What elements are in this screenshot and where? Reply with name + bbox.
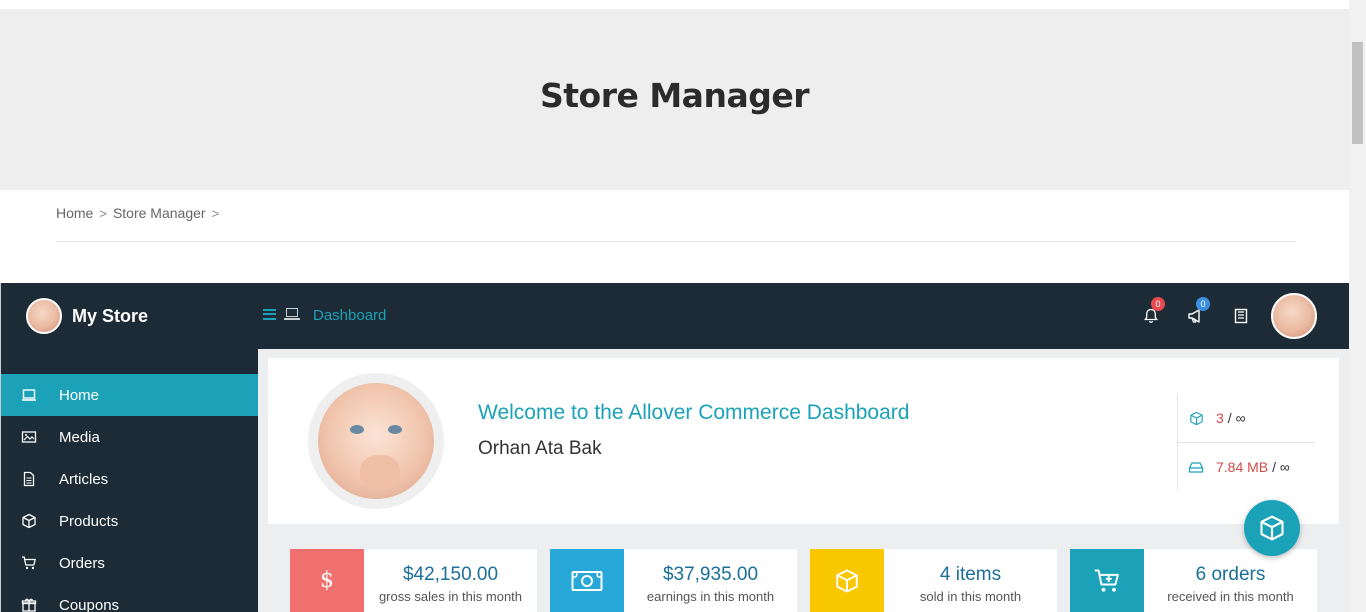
- breadcrumb-home-link[interactable]: Home: [56, 205, 93, 221]
- stat-gross-sales[interactable]: $ $42,150.00 gross sales in this month: [290, 549, 537, 612]
- store-brand[interactable]: My Store: [1, 283, 258, 349]
- scrollbar[interactable]: [1349, 0, 1366, 612]
- store-name: My Store: [72, 305, 149, 326]
- cube-icon: [810, 549, 884, 612]
- product-limit-value: 3: [1216, 410, 1224, 426]
- cube-icon: [1260, 515, 1284, 541]
- sidebar-item-label: Orders: [59, 554, 105, 572]
- user-name: Orhan Ata Bak: [478, 438, 602, 459]
- chevron-right-icon: >: [211, 205, 220, 221]
- user-avatar[interactable]: [1271, 293, 1317, 339]
- space-limit-value: 7.84 MB: [1216, 458, 1269, 475]
- sidebar-item-label: Media: [59, 428, 100, 446]
- cube-icon: [1188, 410, 1204, 426]
- space-limit-max: / ∞: [1272, 458, 1290, 475]
- top-strip: [0, 0, 1349, 9]
- profile-avatar: [308, 373, 444, 509]
- store-avatar: [26, 298, 62, 334]
- welcome-title: Welcome to the Allover Commerce Dashboar…: [478, 401, 910, 424]
- stat-value: $37,935.00: [662, 564, 759, 585]
- book-icon: [1234, 308, 1247, 324]
- welcome-card: Welcome to the Allover Commerce Dashboar…: [268, 358, 1339, 524]
- sidebar-item-label: Home: [59, 386, 100, 404]
- laptop-icon: [284, 308, 300, 320]
- laptop-icon: [19, 385, 39, 405]
- sidebar-item-label: Products: [59, 512, 119, 530]
- cube-icon: [19, 511, 39, 531]
- page: Store Manager Home > Store Manager > My …: [0, 0, 1366, 612]
- sidebar-item-home[interactable]: Home: [1, 374, 258, 416]
- breadcrumb-divider: [56, 241, 1296, 242]
- page-title: Store Manager: [539, 76, 810, 115]
- scrollbar-thumb[interactable]: [1352, 42, 1363, 144]
- sidebar-item-products[interactable]: Products: [1, 500, 258, 542]
- product-limit-max: / ∞: [1227, 410, 1246, 426]
- stat-value: $42,150.00: [402, 564, 499, 585]
- dollar-icon: $: [290, 549, 364, 612]
- menu-icon: [263, 308, 276, 320]
- dashboard: My Store Dashboard 0 0 Home Media Articl…: [0, 283, 1350, 612]
- stat-label: earnings in this month: [646, 589, 775, 604]
- dashboard-topbar: My Store Dashboard 0 0: [1, 283, 1350, 349]
- hard-drive-icon: [1188, 459, 1204, 475]
- page-header: Store Manager: [0, 9, 1349, 190]
- topbar-actions: 0 0: [1128, 283, 1350, 349]
- notifications-badge: 0: [1151, 297, 1165, 311]
- announcements-button[interactable]: 0: [1173, 283, 1218, 349]
- sidebar-item-coupons[interactable]: Coupons: [1, 584, 258, 612]
- stat-value: 4 items: [939, 564, 1002, 585]
- gift-icon: [19, 595, 39, 612]
- sidebar-item-label: Articles: [59, 470, 109, 488]
- knowledgebase-button[interactable]: [1218, 283, 1263, 349]
- notifications-button[interactable]: 0: [1128, 283, 1173, 349]
- sidebar-item-media[interactable]: Media: [1, 416, 258, 458]
- dashboard-link[interactable]: Dashboard: [313, 307, 386, 324]
- image-icon: [19, 427, 39, 447]
- money-icon: [550, 549, 624, 612]
- stat-label: received in this month: [1167, 589, 1294, 604]
- cart-plus-icon: [1070, 549, 1144, 612]
- space-limit: 7.84 MB / ∞: [1177, 442, 1315, 490]
- stat-label: gross sales in this month: [378, 589, 523, 604]
- limits-panel: 3 / ∞ 7.84 MB / ∞: [1177, 394, 1315, 490]
- menu-toggle[interactable]: [263, 308, 300, 320]
- cart-icon: [19, 553, 39, 573]
- sidebar: Home Media Articles Products Orders Coup…: [1, 349, 258, 612]
- sidebar-item-orders[interactable]: Orders: [1, 542, 258, 584]
- announcements-badge: 0: [1196, 297, 1210, 311]
- stat-label: sold in this month: [919, 589, 1022, 604]
- stat-items-sold[interactable]: 4 items sold in this month: [810, 549, 1057, 612]
- chevron-right-icon: >: [99, 205, 107, 221]
- breadcrumb: Home > Store Manager >: [56, 205, 225, 221]
- stat-value: 6 orders: [1195, 564, 1266, 585]
- floating-product-button[interactable]: [1244, 500, 1300, 556]
- sidebar-item-label: Coupons: [59, 596, 120, 612]
- stat-earnings[interactable]: $37,935.00 earnings in this month: [550, 549, 797, 612]
- document-icon: [19, 469, 39, 489]
- stat-orders[interactable]: 6 orders received in this month: [1070, 549, 1317, 612]
- breadcrumb-current[interactable]: Store Manager: [113, 205, 206, 221]
- sidebar-item-articles[interactable]: Articles: [1, 458, 258, 500]
- product-limit: 3 / ∞: [1177, 394, 1315, 442]
